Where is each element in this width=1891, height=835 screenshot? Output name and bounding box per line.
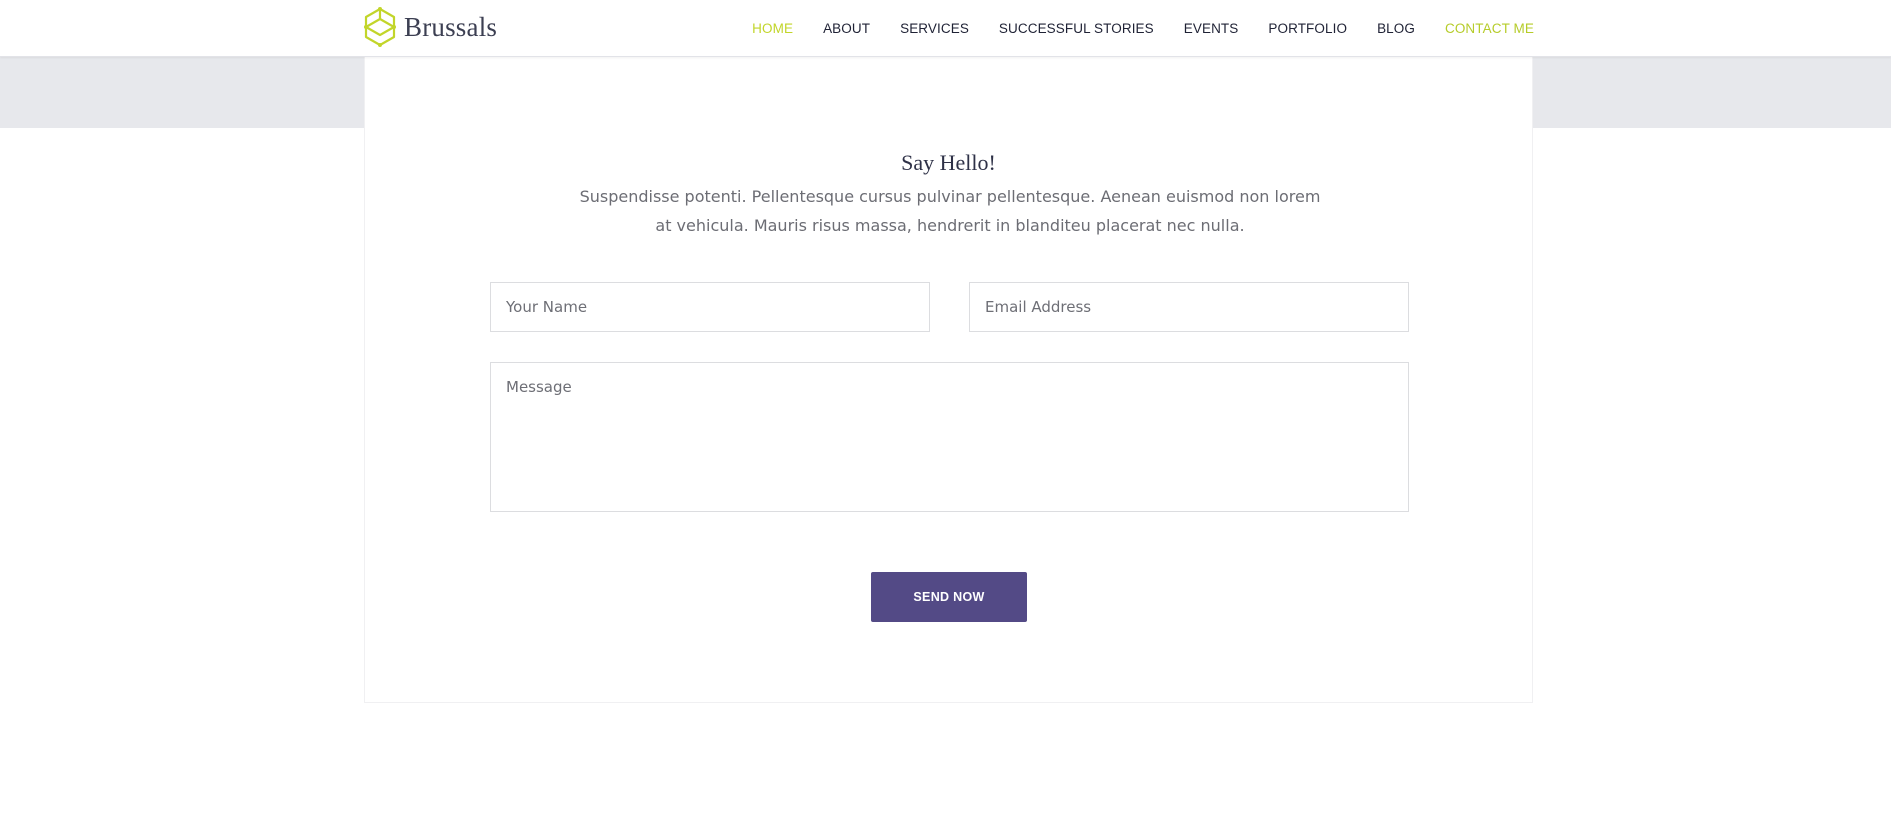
description-line-2: at vehicula. Mauris risus massa, hendrer… [655, 216, 1245, 235]
message-textarea[interactable] [490, 362, 1409, 512]
nav-item-successful-stories[interactable]: SUCCESSFUL STORIES [999, 21, 1154, 36]
contact-description: Suspendisse potenti. Pellentesque cursus… [570, 182, 1330, 240]
email-input[interactable] [969, 282, 1409, 332]
hexagon-cube-icon [364, 7, 396, 47]
nav-item-contact-me[interactable]: CONTACT ME [1445, 21, 1534, 36]
description-line-1: Suspendisse potenti. Pellentesque cursus… [579, 187, 1321, 206]
nav-item-home[interactable]: HOME [752, 21, 793, 36]
main-nav: HOME ABOUT SERVICES SUCCESSFUL STORIES E… [722, 0, 1534, 56]
nav-item-blog[interactable]: BLOG [1377, 21, 1415, 36]
nav-item-portfolio[interactable]: PORTFOLIO [1268, 21, 1347, 36]
contact-title: Say Hello! [901, 150, 996, 175]
nav-item-events[interactable]: EVENTS [1184, 21, 1239, 36]
logo-text: Brussals [404, 11, 498, 42]
contact-card: Say Hello! Suspendisse potenti. Pellente… [364, 57, 1533, 703]
nav-item-services[interactable]: SERVICES [900, 21, 969, 36]
send-now-button[interactable]: SEND NOW [871, 572, 1027, 622]
name-input[interactable] [490, 282, 930, 332]
logo[interactable]: Brussals [363, 7, 497, 47]
site-header: Brussals HOME ABOUT SERVICES SUCCESSFUL … [0, 0, 1891, 57]
nav-item-about[interactable]: ABOUT [823, 21, 870, 36]
